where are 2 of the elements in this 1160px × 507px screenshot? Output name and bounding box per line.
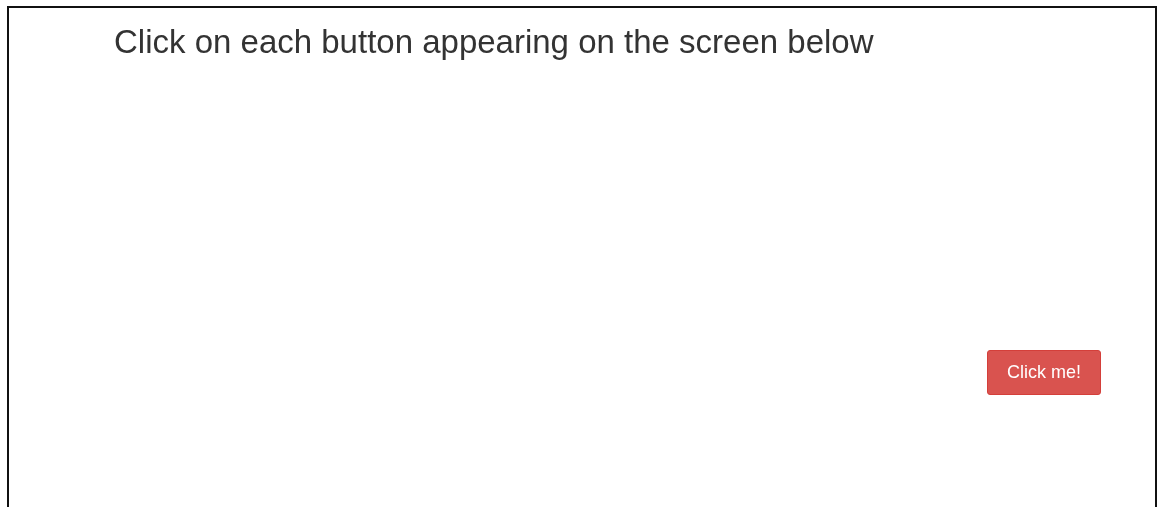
instruction-heading: Click on each button appearing on the screen below [114, 22, 874, 62]
click-me-button[interactable]: Click me! [987, 350, 1101, 395]
